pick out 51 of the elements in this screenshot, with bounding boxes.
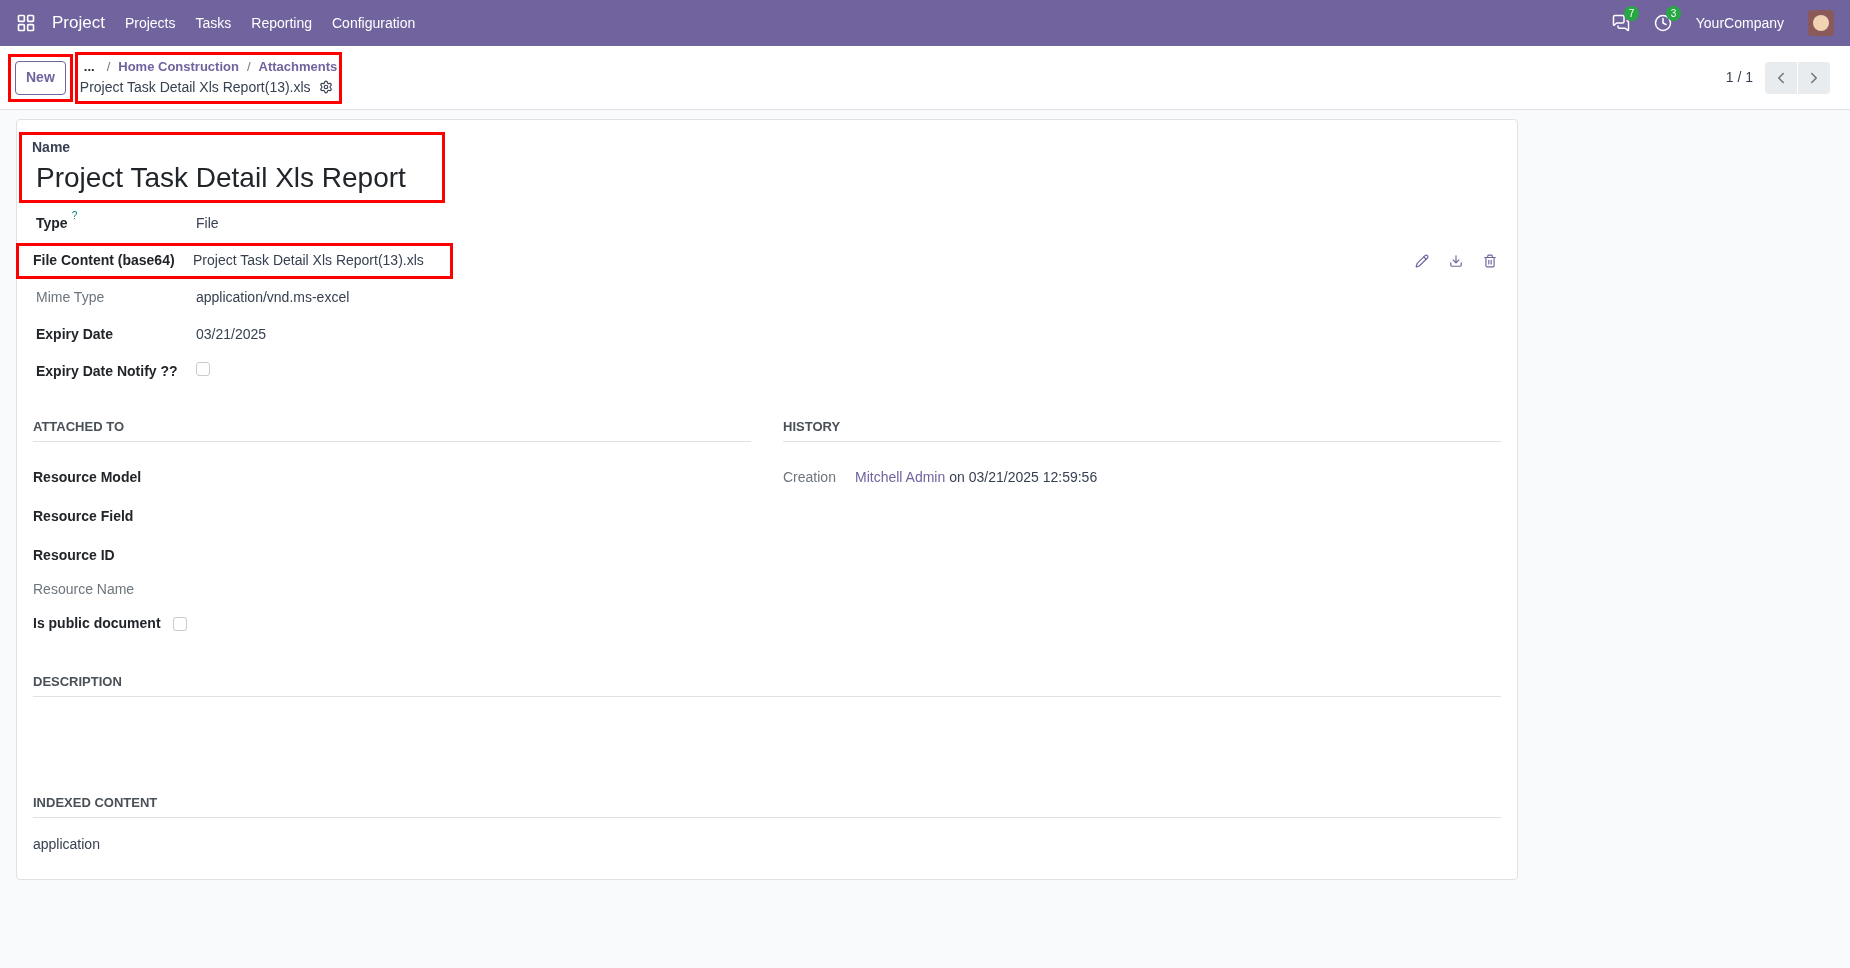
settings-icon[interactable] [318,80,333,95]
company-name[interactable]: YourCompany [1695,12,1784,34]
breadcrumb-link[interactable]: Home Construction [118,57,239,77]
field-value: File [196,215,219,231]
section-title: INDEXED CONTENT [33,795,158,810]
field-value: 03/21/2025 [196,326,267,342]
field-label: Resource Name [33,580,136,599]
field-label: Resource Model [33,468,143,487]
menu-item[interactable]: Reporting [251,12,312,34]
field-value: application/vnd.ms-excel [196,289,350,305]
breadcrumb-link[interactable]: ... [79,57,99,77]
record-title: Project Task Detail Xls Report(13).xls [79,77,311,97]
menu-item[interactable]: Configuration [332,12,416,34]
avatar[interactable] [1808,10,1834,36]
field-label: Expiry Date [36,325,114,344]
creation-date: on 03/21/2025 12:59:56 [949,468,1098,487]
field-label: Is public document [33,614,162,633]
section-title: DESCRIPTION [33,674,122,689]
checkbox[interactable] [173,616,187,631]
field-label: Type [36,214,68,233]
checkbox[interactable] [196,362,210,376]
download-icon[interactable] [1449,253,1463,268]
user-link[interactable]: Mitchell Admin [855,467,946,488]
field-label: Resource Field [33,507,135,526]
section-title: ATTACHED TO [33,419,124,434]
name-field[interactable]: Project Task Detail Xls Report [32,158,422,198]
help-tooltip[interactable]: ? [71,211,78,221]
notification-badge: 7 [1623,6,1640,21]
chat-icon[interactable] [1611,14,1630,32]
menu-item[interactable]: Projects [124,12,176,34]
notification-badge: 3 [1665,6,1682,21]
breadcrumb-link[interactable]: Attachments [258,57,338,77]
field-label: Resource ID [33,546,116,565]
field-label: File Content (base64) [33,251,175,270]
field-label: Creation [783,468,837,487]
new-button[interactable]: New [15,60,66,95]
clock-icon[interactable] [1653,14,1672,32]
field-label: Expiry Date Notify ?? [36,362,178,381]
delete-icon[interactable] [1483,253,1497,268]
field-label: Mime Type [36,288,105,307]
section-title: HISTORY [783,419,841,434]
field-label: Name [32,138,72,157]
breadcrumb-separator: / [246,58,251,77]
apps-menu-icon[interactable] [16,13,36,33]
indexed-content-text: application [33,836,100,852]
edit-icon[interactable] [1415,253,1429,268]
breadcrumb-separator: / [106,58,111,77]
app-name[interactable]: Project [52,10,105,36]
menu-item[interactable]: Tasks [195,12,232,34]
pager-value: 1 / 1 [1725,68,1753,87]
file-name: Project Task Detail Xls Report(13).xls [193,252,424,268]
